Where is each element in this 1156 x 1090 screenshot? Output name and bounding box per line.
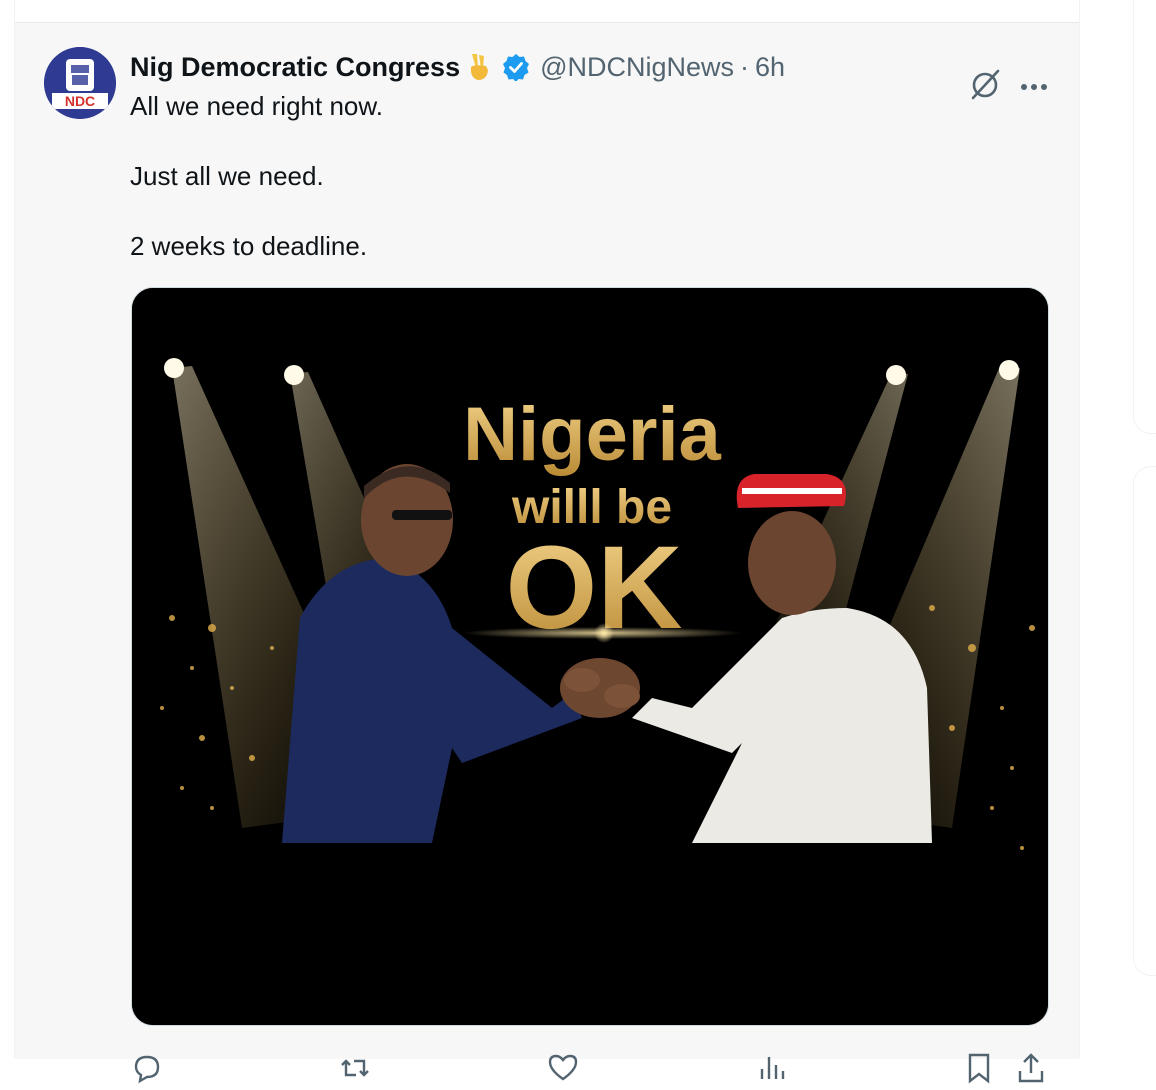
sidebar-card [1133, 0, 1156, 434]
spotlight-light [284, 365, 304, 385]
spotlight-light [886, 365, 906, 385]
views-icon[interactable] [754, 1051, 788, 1085]
like-icon[interactable] [546, 1051, 580, 1085]
share-icon[interactable] [1014, 1051, 1048, 1085]
tweet-media-image[interactable]: Nigeria willl be OK [131, 287, 1049, 1026]
tweet-text: All we need right now. Just all we need.… [130, 89, 1030, 299]
handshake [560, 658, 640, 718]
tweet-actions [130, 1047, 1050, 1087]
separator-dot: · [740, 51, 750, 82]
handle[interactable]: @NDCNigNews [540, 52, 734, 83]
retweet-icon[interactable] [338, 1051, 372, 1085]
sidebar-card [1133, 466, 1156, 976]
spotlight-light [164, 358, 184, 378]
verified-badge-icon [502, 53, 530, 81]
display-name[interactable]: Nig Democratic Congress [130, 52, 460, 83]
image-headline: Nigeria [463, 392, 721, 477]
reply-icon[interactable] [130, 1051, 164, 1085]
tweet-header: Nig Democratic Congress @NDCNigNews · 6h [130, 49, 785, 85]
timestamp[interactable]: 6h [755, 52, 785, 83]
tweet-text-line: All we need right now. [130, 91, 383, 121]
avatar-logo-text: NDC [65, 93, 95, 109]
avatar[interactable]: NDC [44, 47, 116, 119]
timeline-column: NDC Nig Democratic Congress @NDCNigNews … [14, 0, 1080, 1084]
victory-hand-emoji [466, 52, 492, 82]
tweet-text-line: Just all we need. [130, 161, 324, 191]
bookmark-icon[interactable] [962, 1051, 996, 1085]
tweet-text-line: 2 weeks to deadline. [130, 231, 368, 261]
ndc-logo: NDC [44, 47, 116, 119]
spotlight-light [999, 360, 1019, 380]
handshake-photo: Nigeria willl be OK [132, 288, 1048, 1025]
tweet[interactable]: NDC Nig Democratic Congress @NDCNigNews … [15, 22, 1079, 1084]
